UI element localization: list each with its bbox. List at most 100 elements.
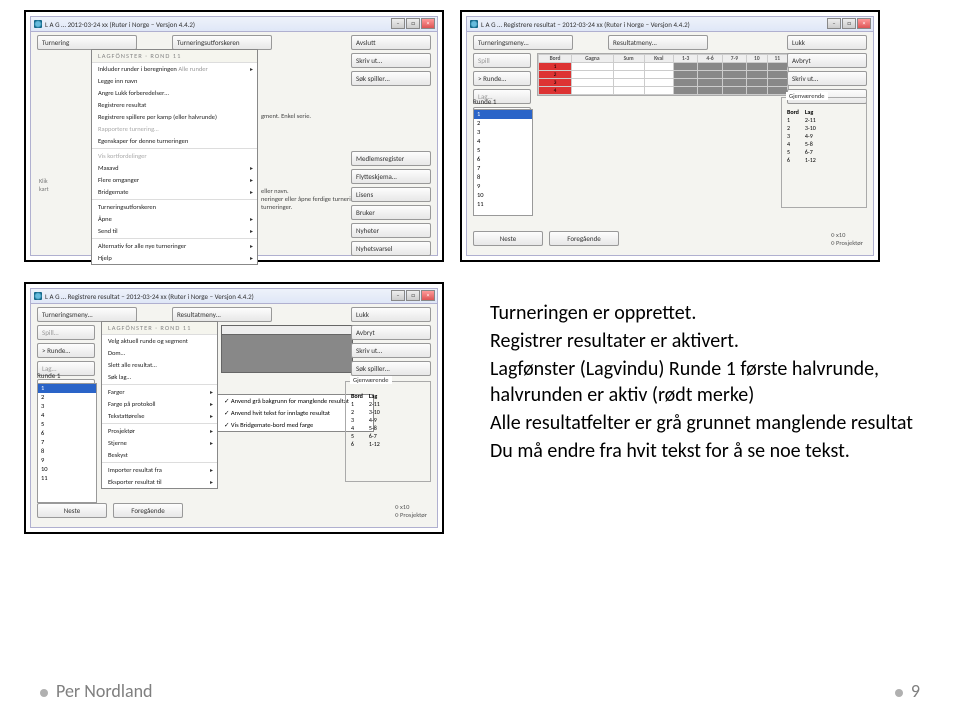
turnering-button[interactable]: Turnering — [37, 35, 137, 50]
menu-item[interactable]: Maxavd — [92, 162, 257, 174]
menu-item[interactable]: Rapportere turnering… — [92, 123, 257, 135]
menu-item[interactable]: Søk lag… — [102, 371, 217, 383]
side-button[interactable]: Avbryt — [787, 53, 867, 68]
result-grid[interactable]: BordGagnaSumKval1-34-67-910111234 — [537, 53, 789, 96]
runde-button[interactable]: > Runde… — [37, 343, 95, 358]
resultat-menu: LAGFÖNSTER · ROND 11Velg aktuell runde o… — [101, 321, 218, 489]
foregaende-button[interactable]: Foregående — [113, 503, 183, 518]
minimize-button[interactable]: – — [827, 18, 841, 29]
menu-item[interactable]: Åpne — [92, 213, 257, 225]
runde-button[interactable]: > Runde… — [473, 71, 531, 86]
menu-item[interactable]: Eksporter resultat til — [102, 476, 217, 488]
maximize-button[interactable]: □ — [406, 290, 420, 301]
side-button[interactable]: Lukk — [787, 35, 867, 50]
resultatmeny-button[interactable]: Resultatmeny… — [608, 35, 708, 50]
resultatmeny-button[interactable]: Resultatmeny… — [172, 307, 272, 322]
menu-item[interactable]: Turneringsutforskeren — [92, 201, 257, 213]
round-item[interactable]: 7 — [474, 164, 532, 173]
side-button[interactable]: Avslutt — [351, 35, 431, 50]
menu-item[interactable]: Tekstattørelse — [102, 410, 217, 422]
round-item[interactable]: 3 — [474, 128, 532, 137]
close-button[interactable]: × — [421, 290, 435, 301]
spill-button[interactable]: Spill… — [37, 325, 95, 340]
side-button[interactable]: Skriv ut… — [351, 343, 431, 358]
menu-item[interactable]: Stjerne — [102, 437, 217, 449]
round-item[interactable]: 1 — [38, 384, 96, 393]
round-item[interactable]: 8 — [474, 173, 532, 182]
menu-item[interactable]: Dom… — [102, 347, 217, 359]
x10-radio[interactable]: x10 — [831, 231, 863, 239]
prosjektor-radio[interactable]: Prosjektør — [395, 511, 427, 519]
side-button[interactable]: Lukk — [351, 307, 431, 322]
prosjektor-radio[interactable]: Prosjektør — [831, 239, 863, 247]
x10-radio[interactable]: x10 — [395, 503, 427, 511]
menu-item[interactable]: Inkluder runder i beregningen Alle runde… — [92, 63, 257, 75]
menu-item[interactable]: Angre Lukk forberedelser… — [92, 87, 257, 99]
round-list[interactable]: 1234567891011 — [473, 109, 533, 216]
radio-options: x10 Prosjektør — [831, 231, 863, 247]
close-button[interactable]: × — [421, 18, 435, 29]
close-button[interactable]: × — [857, 18, 871, 29]
maximize-button[interactable]: □ — [406, 18, 420, 29]
menu-item[interactable]: Velg aktuell runde og segment — [102, 335, 217, 347]
round-item[interactable]: 5 — [474, 146, 532, 155]
menu-item[interactable]: Hjelp — [92, 252, 257, 264]
round-item[interactable]: 1 — [474, 110, 532, 119]
minimize-button[interactable]: – — [391, 18, 405, 29]
round-item[interactable]: 8 — [38, 447, 96, 456]
footer-author: Per Nordland — [40, 680, 153, 702]
round-item[interactable]: 11 — [38, 474, 96, 483]
side-button[interactable]: Medlemsregister — [351, 151, 431, 166]
neste-button[interactable]: Neste — [37, 503, 107, 518]
round-item[interactable]: 2 — [38, 393, 96, 402]
side-button[interactable]: Nyhetsvarsel — [351, 241, 431, 256]
menu-item[interactable]: Bridgemate — [92, 186, 257, 198]
round-item[interactable]: 7 — [38, 438, 96, 447]
minimize-button[interactable]: – — [391, 290, 405, 301]
menu-item[interactable]: Alternativ for alle nye turneringer — [92, 240, 257, 252]
menu-item[interactable]: Egenskaper for denne turneringen — [92, 135, 257, 147]
radio-options: x10 Prosjektør — [395, 503, 427, 519]
round-item[interactable]: 9 — [474, 182, 532, 191]
side-button[interactable]: Skriv ut… — [351, 53, 431, 68]
side-button[interactable]: Nyheter — [351, 223, 431, 238]
menu-item[interactable]: Farge på protokoll — [102, 398, 217, 410]
round-item[interactable]: 10 — [38, 465, 96, 474]
side-button[interactable]: Flytteskjema… — [351, 169, 431, 184]
side-button[interactable]: Lisens — [351, 187, 431, 202]
spill-button[interactable]: Spill — [473, 53, 531, 68]
menu-item[interactable]: Beskyst — [102, 449, 217, 461]
side-button[interactable]: Skriv ut… — [787, 71, 867, 86]
menu-item[interactable]: Registrere spillere per kamp (eller halv… — [92, 111, 257, 123]
menu-item[interactable]: Farger — [102, 386, 217, 398]
turneringsmeny-button[interactable]: Turneringsmeny… — [473, 35, 573, 50]
round-item[interactable]: 6 — [474, 155, 532, 164]
menu-item[interactable]: Importer resultat fra — [102, 464, 217, 476]
round-item[interactable]: 3 — [38, 402, 96, 411]
round-list[interactable]: 1234567891011 — [37, 383, 97, 503]
side-button[interactable]: Bruker — [351, 205, 431, 220]
round-item[interactable]: 6 — [38, 429, 96, 438]
menu-item[interactable]: Registrere resultat — [92, 99, 257, 111]
round-item[interactable]: 4 — [38, 411, 96, 420]
menu-item[interactable]: Slett alle resultat… — [102, 359, 217, 371]
side-button[interactable]: Avbryt — [351, 325, 431, 340]
foregaende-button[interactable]: Foregående — [549, 231, 619, 246]
menu-item[interactable]: Prosjektør — [102, 425, 217, 437]
neste-button[interactable]: Neste — [473, 231, 543, 246]
round-item[interactable]: 9 — [38, 456, 96, 465]
round-item[interactable]: 5 — [38, 420, 96, 429]
side-button[interactable]: Søk spiller… — [351, 361, 431, 376]
round-item[interactable]: 10 — [474, 191, 532, 200]
round-item[interactable]: 4 — [474, 137, 532, 146]
menu-item[interactable]: Vis kortfordelinger — [92, 150, 257, 162]
turneringsmeny-button[interactable]: Turneringsmeny… — [37, 307, 137, 322]
menu-item[interactable]: Flere omganger — [92, 174, 257, 186]
menu-item[interactable]: Legge inn navn — [92, 75, 257, 87]
turneringsutforskeren-button[interactable]: Turneringsutforskeren — [172, 35, 272, 50]
round-item[interactable]: 11 — [474, 200, 532, 209]
round-item[interactable]: 2 — [474, 119, 532, 128]
side-button[interactable]: Søk spiller… — [351, 71, 431, 86]
maximize-button[interactable]: □ — [842, 18, 856, 29]
menu-item[interactable]: Send til — [92, 225, 257, 237]
